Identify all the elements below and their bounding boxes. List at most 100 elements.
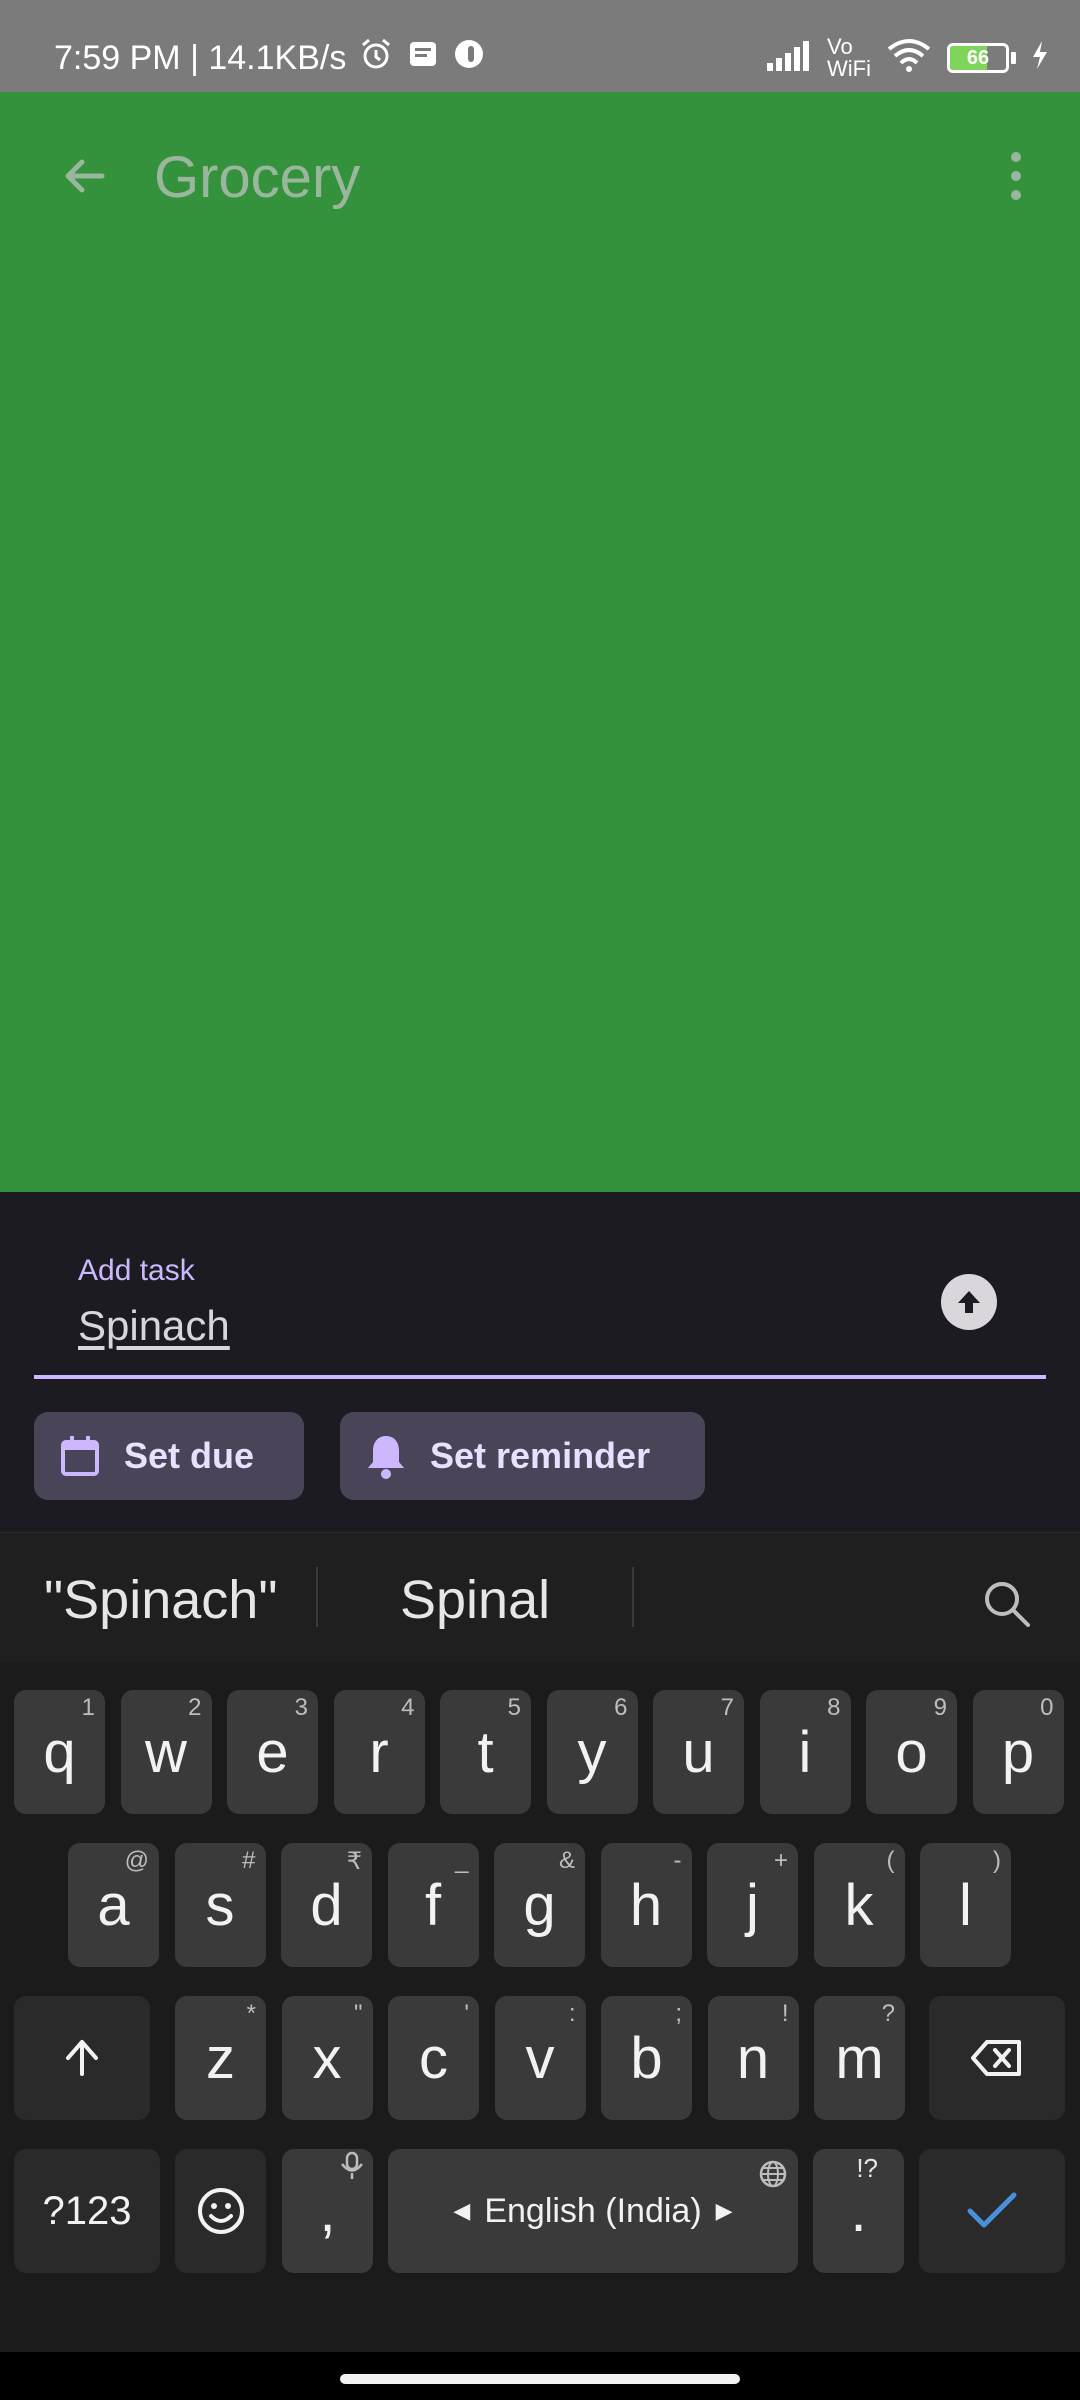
key-hint: 6	[614, 1694, 628, 1721]
period-key[interactable]: . !?	[813, 2149, 904, 2273]
battery-level: 66	[966, 47, 990, 69]
set-reminder-button[interactable]: Set reminder	[340, 1412, 705, 1500]
backspace-icon	[971, 2040, 1021, 2076]
top-app-bar: Grocery	[0, 92, 1080, 272]
key-hint: *	[246, 2000, 256, 2027]
calendar-icon	[58, 1434, 102, 1478]
page-title: Grocery	[154, 145, 361, 210]
microphone-icon	[339, 2151, 365, 2188]
key-label: a	[97, 1872, 130, 1938]
key-q[interactable]: q1	[14, 1690, 105, 1814]
globe-icon	[758, 2159, 788, 2196]
back-button[interactable]	[44, 136, 124, 216]
status-time: 7:59 PM | 14.1KB/s	[54, 39, 347, 77]
key-n[interactable]: n!	[707, 1996, 799, 2120]
key-label: v	[525, 2025, 555, 2091]
key-label: e	[256, 1719, 289, 1785]
key-label: h	[629, 1872, 663, 1938]
key-f[interactable]: f _	[387, 1843, 479, 1967]
emoji-icon	[197, 2188, 244, 2234]
task-input[interactable]: Spinach	[78, 1302, 230, 1350]
key-v[interactable]: v:	[494, 1996, 586, 2120]
key-hint: 7	[720, 1694, 734, 1721]
key-l[interactable]: l)	[920, 1843, 1011, 1967]
divider	[632, 1567, 634, 1627]
key-hint: #	[242, 1847, 256, 1874]
key-label: j	[746, 1872, 759, 1938]
key-hint: @	[124, 1847, 149, 1874]
suggestion-item[interactable]: "Spinach"	[44, 1569, 277, 1631]
key-m[interactable]: m?	[814, 1996, 905, 2120]
add-task-label: Add task	[78, 1254, 195, 1287]
key-h[interactable]: h-	[600, 1843, 692, 1967]
key-p[interactable]: p0	[972, 1690, 1064, 1814]
space-key[interactable]: ◀ English (India) ▶	[388, 2149, 798, 2273]
suggestion-item[interactable]: Spinal	[400, 1569, 550, 1631]
key-y[interactable]: y6	[546, 1690, 638, 1814]
key-label: l	[959, 1872, 972, 1938]
emoji-key[interactable]	[175, 2149, 266, 2273]
more-options-button[interactable]	[976, 136, 1056, 216]
key-x[interactable]: x "	[281, 1996, 373, 2120]
key-c[interactable]: c '	[388, 1996, 479, 2120]
key-i[interactable]: i8	[759, 1690, 851, 1814]
suggestion-bar: "Spinach" Spinal	[0, 1532, 1080, 1662]
home-gesture-handle[interactable]	[340, 2374, 740, 2384]
key-j[interactable]: j +	[707, 1843, 798, 1967]
key-label: q	[43, 1719, 76, 1785]
key-label: o	[895, 1719, 928, 1785]
key-s[interactable]: s #	[174, 1843, 266, 1967]
key-hint: '	[464, 2000, 469, 2027]
key-a[interactable]: a @	[68, 1843, 159, 1967]
key-label: w	[145, 1719, 187, 1785]
key-o[interactable]: o9	[866, 1690, 957, 1814]
key-hint: 4	[401, 1694, 415, 1721]
network-label: Vo WiFi	[827, 34, 871, 81]
symbols-key[interactable]: ?123	[14, 2149, 160, 2273]
key-u[interactable]: u7	[653, 1690, 744, 1814]
input-underline	[34, 1375, 1046, 1379]
key-d[interactable]: d ₹	[281, 1843, 372, 1967]
comma-key[interactable]: ,	[282, 2149, 373, 2273]
key-label: y	[577, 1719, 607, 1785]
divider	[316, 1567, 318, 1627]
key-z[interactable]: z *	[175, 1996, 266, 2120]
key-w[interactable]: w2	[120, 1690, 212, 1814]
key-hint: 5	[507, 1694, 521, 1721]
enter-key[interactable]	[919, 2149, 1065, 2273]
shift-key[interactable]	[14, 1996, 150, 2120]
space-label: English (India)	[484, 2191, 702, 2230]
right-arrow-icon: ▶	[715, 2198, 733, 2223]
key-label: i	[798, 1719, 812, 1785]
key-label: k	[844, 1872, 874, 1938]
key-label: t	[477, 1719, 494, 1785]
search-icon[interactable]	[980, 1577, 1034, 1636]
key-hint: (	[886, 1847, 895, 1874]
period-label: .	[850, 2178, 867, 2244]
key-hint: "	[353, 2000, 363, 2027]
key-g[interactable]: g &	[494, 1843, 585, 1967]
send-task-button[interactable]	[941, 1274, 997, 1330]
key-e[interactable]: e3	[227, 1690, 318, 1814]
key-hint: :	[568, 2000, 576, 2027]
keyboard: "Spinach" Spinal ?123 , ◀ English (India…	[0, 1532, 1080, 2352]
key-label: x	[312, 2025, 342, 2091]
key-label: g	[523, 1872, 556, 1938]
left-arrow-icon: ◀	[453, 2198, 471, 2223]
key-r[interactable]: r4	[333, 1690, 425, 1814]
backspace-key[interactable]	[929, 1996, 1065, 2120]
set-due-button[interactable]: Set due	[34, 1412, 304, 1500]
key-label: d	[310, 1872, 343, 1938]
key-label: p	[1001, 1719, 1035, 1785]
key-label: z	[206, 2025, 235, 2091]
key-label: r	[369, 1719, 389, 1785]
alarm-icon	[358, 36, 394, 81]
key-t[interactable]: t5	[440, 1690, 531, 1814]
key-label: m	[835, 2025, 884, 2091]
key-b[interactable]: b;	[601, 1996, 692, 2120]
key-hint: 1	[81, 1694, 95, 1721]
key-k[interactable]: k(	[813, 1843, 905, 1967]
key-label: f	[424, 1872, 442, 1938]
check-icon	[967, 2192, 1017, 2228]
set-reminder-label: Set reminder	[430, 1435, 651, 1476]
